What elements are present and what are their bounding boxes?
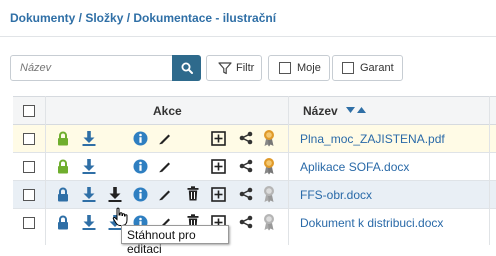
info-icon[interactable] — [133, 131, 148, 146]
share-icon[interactable] — [239, 159, 253, 173]
select-all-checkbox[interactable] — [23, 105, 35, 117]
file-name-link[interactable]: Aplikace SOFA.docx — [300, 160, 409, 174]
download-icon[interactable] — [82, 214, 96, 231]
search-icon — [181, 62, 193, 74]
award-icon[interactable] — [263, 129, 275, 147]
sort-icon[interactable] — [346, 107, 368, 115]
award-icon[interactable] — [263, 157, 275, 175]
search-button[interactable] — [172, 55, 201, 81]
filter-icon — [218, 62, 232, 75]
lock-open-icon[interactable] — [57, 187, 69, 202]
breadcrumb[interactable]: Dokumenty / Složky / Dokumentace - ilust… — [10, 11, 276, 25]
row-checkbox[interactable] — [23, 189, 35, 201]
download-icon[interactable] — [82, 130, 96, 147]
share-icon[interactable] — [239, 187, 253, 201]
lock-open-icon[interactable] — [57, 215, 69, 230]
share-icon[interactable] — [239, 215, 253, 229]
filter-button[interactable]: Filtr — [206, 55, 262, 81]
download-icon[interactable] — [82, 186, 96, 203]
edit-icon[interactable] — [158, 159, 172, 173]
award-icon[interactable] — [263, 185, 275, 203]
tooltip: Stáhnout pro editaci — [121, 225, 229, 256]
mine-checkbox[interactable] — [279, 62, 291, 74]
table-row[interactable]: Plna_moc_ZAJISTENA.pdf — [13, 125, 496, 153]
add-version-icon[interactable] — [211, 159, 226, 174]
table-header: Akce Název — [13, 96, 496, 125]
file-name-link[interactable]: FFS-obr.docx — [300, 188, 372, 202]
file-name-link[interactable]: Plna_moc_ZAJISTENA.pdf — [300, 132, 445, 146]
add-version-icon[interactable] — [211, 187, 226, 202]
lock-icon[interactable] — [57, 131, 69, 146]
mine-label: Moje — [297, 62, 321, 74]
hand-cursor-icon — [112, 207, 128, 226]
info-icon[interactable] — [133, 159, 148, 174]
column-divider — [288, 96, 289, 245]
download-icon[interactable] — [82, 158, 96, 175]
info-icon[interactable] — [133, 187, 148, 202]
edit-icon[interactable] — [158, 187, 172, 201]
download-for-edit-icon[interactable] — [108, 186, 122, 203]
mine-toggle[interactable]: Moje — [268, 55, 330, 81]
header-divider — [0, 36, 496, 37]
add-version-icon[interactable] — [211, 131, 226, 146]
filter-label: Filtr — [236, 62, 255, 74]
table-row[interactable]: Aplikace SOFA.docx — [13, 153, 496, 181]
guarantor-label: Garant — [360, 62, 394, 74]
table-row[interactable]: Dokument k distribuci.docx — [13, 209, 496, 245]
guarantor-checkbox[interactable] — [342, 62, 354, 74]
award-icon[interactable] — [263, 213, 275, 231]
share-icon[interactable] — [239, 131, 253, 145]
file-name-link[interactable]: Dokument k distribuci.docx — [300, 216, 443, 230]
row-checkbox[interactable] — [23, 133, 35, 145]
trash-icon[interactable] — [187, 186, 199, 201]
column-header-name[interactable]: Název — [303, 104, 338, 118]
row-checkbox[interactable] — [23, 161, 35, 173]
column-divider — [45, 96, 46, 245]
table-row[interactable]: FFS-obr.docx — [13, 181, 496, 209]
edit-icon[interactable] — [158, 131, 172, 145]
column-header-actions: Akce — [153, 104, 182, 118]
row-checkbox[interactable] — [23, 217, 35, 229]
guarantor-toggle[interactable]: Garant — [332, 55, 403, 81]
search-input[interactable] — [11, 56, 171, 80]
column-divider — [489, 96, 490, 245]
lock-icon[interactable] — [57, 159, 69, 174]
